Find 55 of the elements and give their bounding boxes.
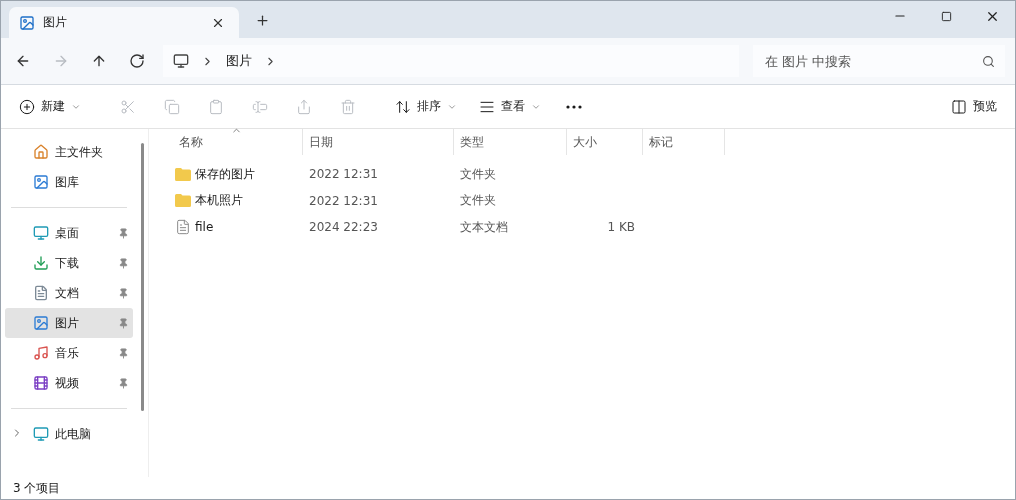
date-cell-text: 2024 22:23 — [308, 220, 379, 235]
date-cell-text: 2022 12:31 — [308, 193, 379, 208]
type-cell-text: 文件夹 — [459, 192, 497, 210]
monitor-icon — [173, 53, 189, 69]
item-count: 3 个项目 — [13, 479, 61, 497]
search-field[interactable]: 在 图片 中搜索 — [753, 45, 1005, 77]
monitor-icon — [33, 426, 49, 442]
type-cell-text: 文本文档 — [459, 218, 509, 236]
folder-icon — [175, 194, 191, 208]
sidebar-item[interactable]: 图库 — [5, 167, 133, 197]
file-name[interactable]: file — [195, 220, 214, 235]
sidebar-item[interactable]: 主文件夹 — [5, 137, 133, 167]
document-icon — [33, 285, 49, 301]
type-cell-text: 文件夹 — [459, 165, 497, 183]
view-button[interactable]: 查看 — [471, 90, 549, 123]
image-icon — [33, 315, 49, 331]
column-header[interactable]: 标记 — [643, 129, 725, 155]
download-icon — [33, 255, 49, 271]
column-header[interactable]: 类型 — [454, 129, 567, 155]
search-icon — [982, 55, 995, 68]
image-icon — [19, 14, 35, 31]
column-header[interactable]: 日期 — [303, 129, 454, 155]
maximize-icon — [940, 10, 952, 22]
file-name[interactable]: 保存的图片 — [195, 165, 255, 183]
file-name[interactable]: 本机照片 — [195, 192, 243, 210]
sidebar-item[interactable]: 文档 — [5, 278, 133, 308]
address-bar[interactable]: 图片 — [163, 45, 739, 77]
sidebar-item[interactable]: 音乐 — [5, 338, 133, 368]
breadcrumb-item[interactable]: 图片 — [226, 52, 252, 70]
house-icon — [33, 144, 49, 160]
window-tab[interactable]: 图片 — [9, 7, 239, 38]
sidebar-item[interactable]: 下载 — [5, 248, 133, 278]
new-button[interactable]: 新建 — [11, 90, 89, 123]
music-note-icon — [33, 345, 49, 361]
image-icon — [33, 174, 49, 190]
sidebar-item[interactable]: 图片 — [5, 308, 133, 338]
sidebar-item[interactable]: 桌面 — [5, 218, 133, 248]
column-header[interactable]: 大小 — [567, 129, 643, 155]
date-cell-text: 2022 12:31 — [308, 167, 379, 182]
sort-button[interactable]: 排序 — [387, 90, 465, 123]
monitor-icon — [33, 225, 49, 241]
size-cell-text: 1 KB — [606, 220, 636, 235]
film-icon — [33, 375, 49, 391]
scrollbar[interactable] — [141, 143, 144, 411]
preview-pane-icon — [951, 98, 967, 115]
file-icon — [175, 219, 191, 236]
plus-icon — [255, 13, 270, 28]
refresh-icon — [129, 53, 145, 69]
arrow-icon — [53, 53, 69, 69]
preview-button[interactable]: 预览 — [943, 90, 1005, 123]
folder-icon — [175, 167, 191, 181]
tab-title: 图片 — [43, 14, 68, 31]
sidebar-item[interactable]: 视频 — [5, 368, 133, 398]
sidebar-item[interactable]: 此电脑 — [5, 419, 133, 449]
column-header[interactable]: 名称 — [173, 129, 303, 155]
